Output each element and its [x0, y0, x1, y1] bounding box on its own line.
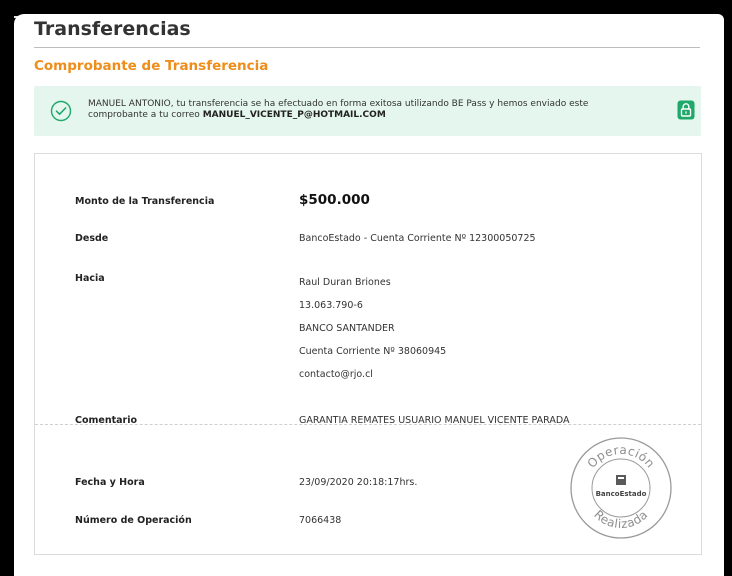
- to-bank: BANCO SANTANDER: [299, 323, 395, 334]
- svg-text:Realizada: Realizada: [591, 507, 650, 531]
- to-account: Cuenta Corriente Nº 38060945: [299, 346, 447, 357]
- from-label: Desde: [75, 233, 109, 244]
- success-notice: MANUEL ANTONIO, tu transferencia se ha e…: [34, 86, 701, 136]
- svg-text:Operación: Operación: [584, 443, 657, 471]
- dashed-divider: [35, 424, 701, 425]
- to-email: contacto@rjo.cl: [299, 369, 373, 380]
- page-title: Transferencias: [34, 18, 191, 40]
- operation-done-stamp-icon: Operación Realizada BancoEstado: [570, 437, 672, 539]
- stamp-bottom-text: Realizada: [591, 507, 650, 531]
- operation-number-label: Número de Operación: [75, 515, 192, 526]
- amount-label: Monto de la Transferencia: [75, 196, 215, 207]
- from-value: BancoEstado - Cuenta Corriente Nº 123000…: [299, 233, 536, 244]
- operation-number-value: 7066438: [299, 515, 342, 526]
- success-message-line1: MANUEL ANTONIO, tu transferencia se ha e…: [88, 99, 589, 109]
- datetime-value: 23/09/2020 20:18:17hrs.: [299, 477, 418, 488]
- success-message-line2: comprobante a tu correo: [88, 109, 203, 120]
- stamp-brand: BancoEstado: [596, 490, 647, 498]
- stamp-top-text: Operación: [584, 443, 657, 471]
- title-divider: [34, 47, 700, 48]
- datetime-label: Fecha y Hora: [75, 477, 145, 488]
- receipt-card: Monto de la Transferencia $500.000 Desde…: [34, 153, 702, 555]
- to-name: Raul Duran Briones: [299, 277, 391, 288]
- to-label: Hacia: [75, 273, 105, 284]
- lock-icon[interactable]: [677, 100, 695, 120]
- stamp-logo-icon: [616, 475, 626, 485]
- section-title: Comprobante de Transferencia: [34, 58, 269, 74]
- success-message: MANUEL ANTONIO, tu transferencia se ha e…: [88, 99, 648, 120]
- to-rut: 13.063.790-6: [299, 300, 363, 311]
- amount-value: $500.000: [299, 192, 370, 208]
- check-circle-icon: [50, 100, 72, 122]
- notice-email: MANUEL_VICENTE_P@HOTMAIL.COM: [202, 109, 386, 120]
